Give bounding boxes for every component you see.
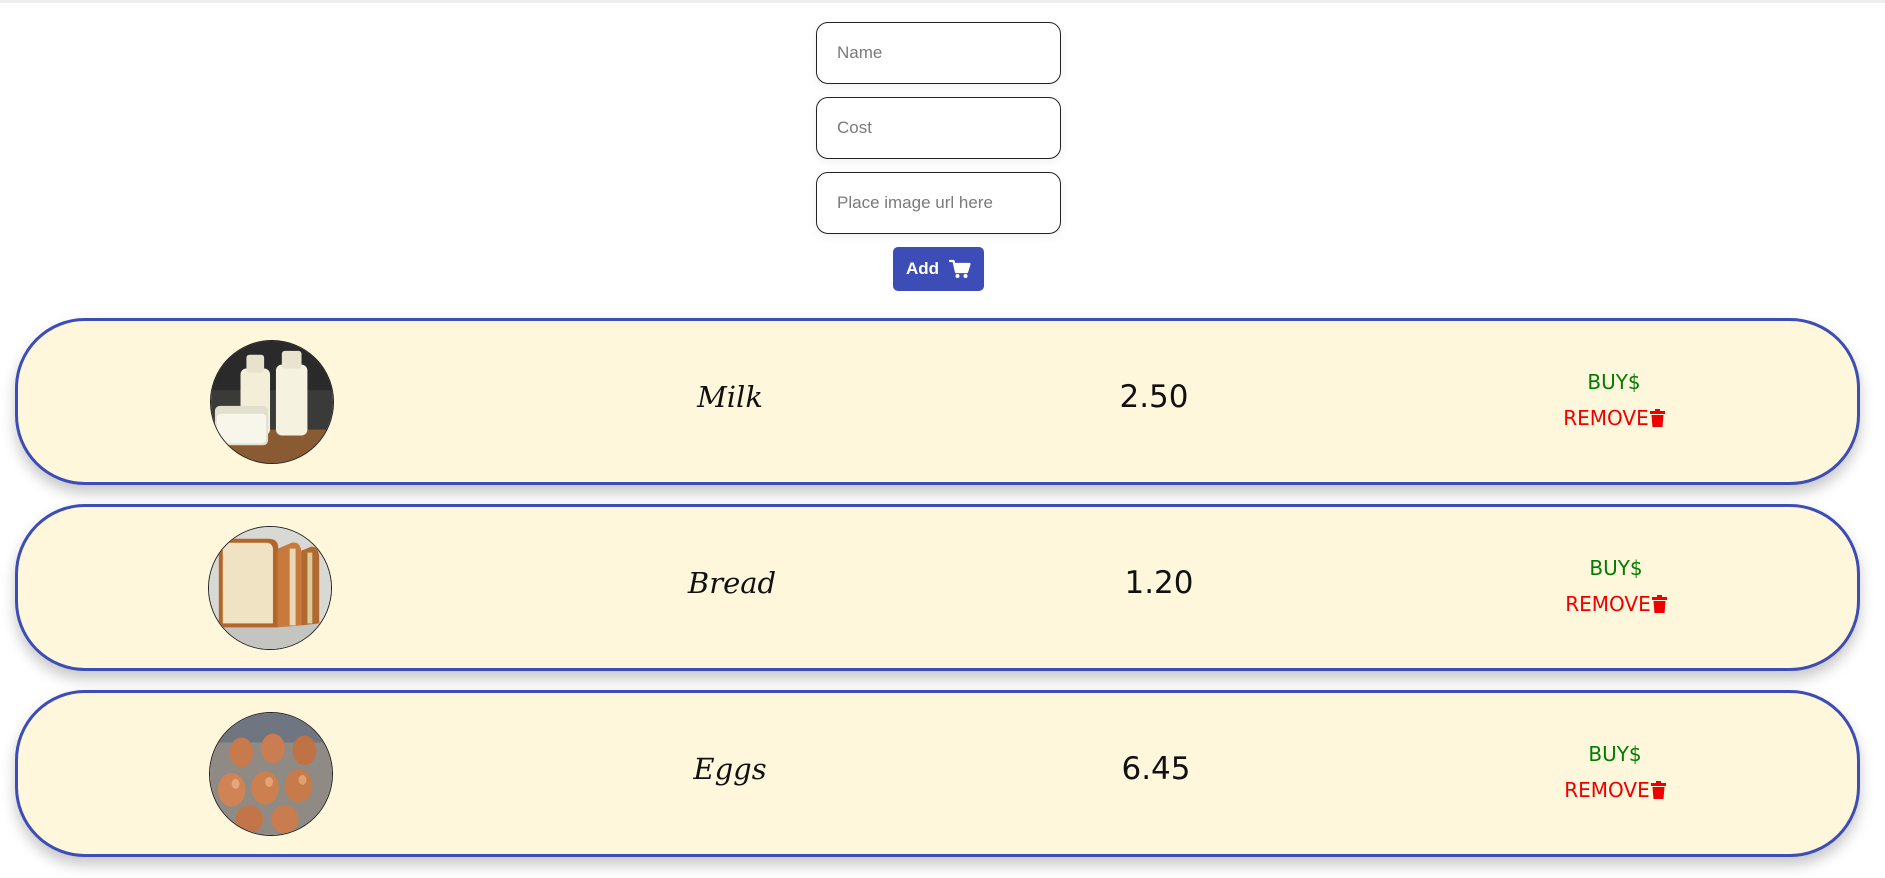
trash-icon — [1650, 779, 1666, 805]
item-name: Eggs — [693, 752, 767, 786]
eggs-photo — [210, 713, 332, 835]
shopping-cart-icon — [949, 259, 971, 279]
trash-icon — [1651, 593, 1667, 619]
remove-label: REMOVE — [1565, 592, 1651, 616]
remove-button[interactable]: REMOVE — [1534, 405, 1694, 433]
top-divider — [0, 0, 1885, 3]
item-cost: 6.45 — [1121, 751, 1191, 787]
bread-photo — [209, 527, 331, 649]
item-cost: 1.20 — [1124, 565, 1194, 601]
item-image — [210, 340, 334, 464]
item-card-milk: Milk 2.50 BUY$ REMOVE — [15, 318, 1860, 485]
item-card-bread: Bread 1.20 BUY$ REMOVE — [15, 504, 1860, 671]
add-item-form — [816, 22, 1061, 247]
image-url-input[interactable] — [816, 172, 1061, 234]
name-input[interactable] — [816, 22, 1061, 84]
item-name: Bread — [687, 566, 777, 600]
add-button-label: Add — [905, 259, 940, 278]
trash-icon — [1649, 407, 1665, 433]
item-image — [209, 712, 333, 836]
buy-button[interactable]: BUY$ — [1535, 741, 1695, 767]
milk-photo — [211, 341, 333, 463]
remove-label: REMOVE — [1563, 406, 1649, 430]
remove-label: REMOVE — [1564, 778, 1650, 802]
item-name: Milk — [697, 380, 763, 414]
buy-button[interactable]: BUY$ — [1536, 555, 1696, 581]
buy-button[interactable]: BUY$ — [1534, 369, 1694, 395]
item-image — [208, 526, 332, 650]
cost-input[interactable] — [816, 97, 1061, 159]
item-card-eggs: Eggs 6.45 BUY$ REMOVE — [15, 690, 1860, 857]
add-button[interactable]: Add — [893, 247, 984, 291]
item-cost: 2.50 — [1119, 379, 1189, 415]
remove-button[interactable]: REMOVE — [1535, 777, 1695, 805]
remove-button[interactable]: REMOVE — [1536, 591, 1696, 619]
